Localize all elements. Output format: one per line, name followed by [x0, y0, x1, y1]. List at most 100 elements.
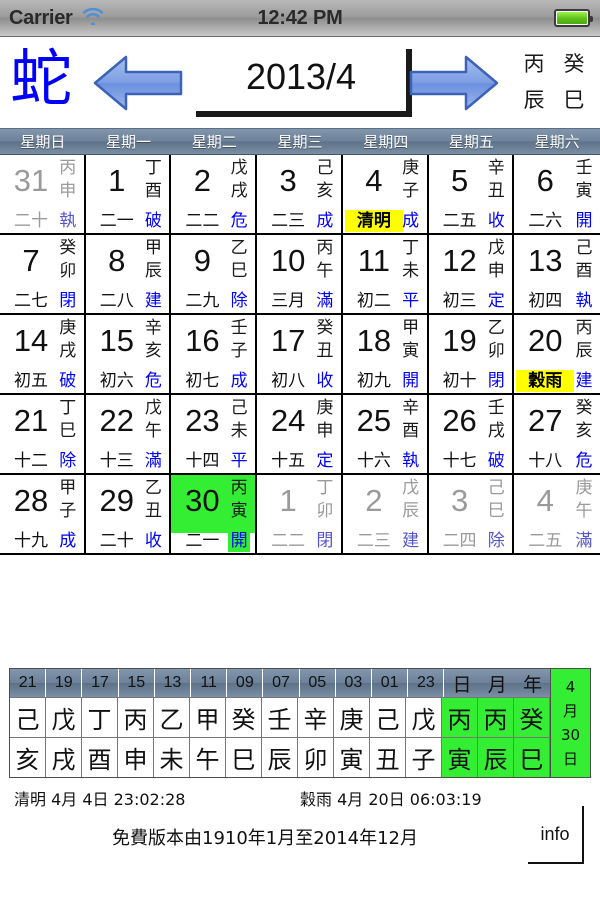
day-cell[interactable]: 22 戊午十三滿 — [85, 395, 172, 475]
twelve-officers-label: 閉 — [59, 291, 77, 311]
hour-header-2[interactable]: 17 — [82, 669, 119, 697]
hour-header-10[interactable]: 01 — [372, 669, 409, 697]
today-label-part-2: 30 — [560, 726, 581, 744]
twelve-officers-label: 除 — [230, 291, 248, 311]
day-cell[interactable]: 14 庚戌初五破 — [0, 315, 86, 395]
day-cell[interactable]: 28 甲子十九成 — [0, 475, 86, 555]
pillar-stem-2: 癸 — [514, 697, 550, 737]
twelve-officers-label: 收 — [487, 211, 505, 231]
lunar-date: 初十 — [442, 371, 477, 391]
day-cell[interactable]: 25 辛酉十六執 — [342, 395, 429, 475]
hour-header-4[interactable]: 13 — [155, 669, 192, 697]
day-stem-branch: 己未 — [230, 398, 248, 441]
twelve-officers-label: 平 — [402, 291, 420, 311]
lunar-date: 二四 — [442, 531, 477, 551]
year-month-display[interactable]: 2013/4 — [196, 49, 412, 117]
day-stem-branch: 甲辰 — [144, 238, 162, 281]
hour-header-1[interactable]: 19 — [46, 669, 83, 697]
day-cell[interactable]: 6 壬寅二六開 — [514, 155, 600, 235]
day-number: 29 — [99, 483, 134, 518]
day-cell[interactable]: 8 甲辰二八建 — [85, 235, 172, 315]
day-stem-branch: 甲子 — [59, 478, 77, 521]
hour-header-7[interactable]: 07 — [263, 669, 300, 697]
day-cell[interactable]: 4 庚午二五滿 — [514, 475, 600, 555]
weekday-header-3: 星期三 — [277, 133, 323, 151]
twelve-officers-label: 滿 — [316, 291, 334, 311]
solar-term-prev: 清明 4月 4日 23:02:28 — [14, 790, 186, 809]
twelve-officers-label: 除 — [59, 451, 77, 471]
day-cell[interactable]: 30 丙寅二一開 — [171, 475, 258, 555]
hour-stem-1: 戊 — [46, 697, 82, 737]
twelve-officers-label: 成 — [59, 531, 77, 551]
day-cell[interactable]: 24 庚申十五定 — [257, 395, 343, 475]
prev-month-button[interactable] — [92, 55, 184, 111]
lunar-date: 初二 — [356, 291, 391, 311]
hour-header-8[interactable]: 05 — [300, 669, 336, 697]
day-number: 1 — [279, 483, 297, 518]
day-cell[interactable]: 7 癸卯二七閉 — [0, 235, 86, 315]
hour-header-0[interactable]: 21 — [10, 669, 47, 697]
day-cell[interactable]: 29 乙丑二十收 — [85, 475, 172, 555]
calendar-grid: 31 丙申二十執 1 丁酉二一破 2 戊戌二二危 3 己亥二三成 4 庚子清明成 5 辛丑二五收 6 壬寅… — [0, 155, 600, 555]
day-cell[interactable]: 2 戊辰二三建 — [342, 475, 429, 555]
day-cell[interactable]: 20 丙辰穀雨建 — [514, 315, 600, 395]
day-cell[interactable]: 26 壬戌十七破 — [428, 395, 515, 475]
year-month-label: 2013/4 — [245, 56, 357, 97]
day-cell[interactable]: 9 乙巳二九除 — [171, 235, 258, 315]
hour-header-5[interactable]: 11 — [191, 669, 228, 697]
nav-sb-3: 巳 — [563, 88, 585, 112]
day-cell[interactable]: 23 己未十四平 — [171, 395, 258, 475]
day-number: 31 — [13, 163, 49, 198]
day-cell[interactable]: 15 辛亥初六危 — [85, 315, 172, 395]
stem-row: 己戊丁丙乙甲癸壬辛庚己戊丙丙癸 — [10, 697, 550, 737]
next-month-button[interactable] — [408, 55, 500, 111]
hour-header-11[interactable]: 23 — [408, 669, 445, 697]
info-button[interactable]: info — [528, 806, 584, 864]
today-label-part-3: 日 — [562, 750, 578, 768]
lunar-date: 十八 — [528, 451, 563, 471]
day-cell[interactable]: 11 丁未初二平 — [342, 235, 429, 315]
day-stem-branch: 丙午 — [316, 238, 334, 281]
lunar-date: 二一 — [185, 531, 220, 551]
lunar-date: 二八 — [99, 291, 134, 311]
day-cell[interactable]: 2 戊戌二二危 — [171, 155, 258, 235]
day-cell[interactable]: 1 丁卯二二閉 — [257, 475, 343, 555]
day-cell[interactable]: 16 壬子初七成 — [171, 315, 258, 395]
day-cell[interactable]: 18 甲寅初九開 — [342, 315, 429, 395]
branch-row: 亥戌酉申未午巳辰卯寅丑子寅辰巳 — [10, 737, 550, 777]
lunar-date: 二三 — [271, 211, 306, 231]
weekday-header-6: 星期六 — [534, 133, 580, 151]
day-number: 16 — [185, 323, 220, 358]
day-stem-branch: 乙丑 — [144, 478, 162, 521]
day-cell[interactable]: 31 丙申二十執 — [0, 155, 86, 235]
day-number: 30 — [175, 479, 230, 523]
day-cell[interactable]: 4 庚子清明成 — [342, 155, 429, 235]
day-cell[interactable]: 27 癸亥十八危 — [514, 395, 600, 475]
pillar-header-2: 年 — [522, 673, 542, 696]
day-cell[interactable]: 12 戊申初三定 — [428, 235, 515, 315]
day-cell[interactable]: 10 丙午三月滿 — [257, 235, 343, 315]
day-cell[interactable]: 13 己酉初四執 — [514, 235, 600, 315]
nav-sb-2: 辰 — [523, 88, 545, 112]
lunar-date: 十九 — [14, 531, 48, 551]
hour-header-3[interactable]: 15 — [119, 669, 155, 697]
day-stem-branch: 辛丑 — [487, 158, 505, 201]
lunar-date: 二五 — [442, 211, 477, 231]
stem-branch-panel: 21 19 17 15 13 11 09 07 05 03 01 23 日月年 己戊丁丙乙甲癸壬辛庚己戊… — [9, 668, 591, 778]
lunar-date: 十五 — [271, 451, 306, 471]
day-cell[interactable]: 19 乙卯初十閉 — [428, 315, 515, 395]
day-cell[interactable]: 1 丁酉二一破 — [85, 155, 172, 235]
hour-branch-0: 亥 — [10, 737, 46, 777]
day-cell[interactable]: 3 己巳二四除 — [428, 475, 515, 555]
day-stem-branch: 乙卯 — [487, 318, 505, 361]
hour-branch-3: 申 — [118, 737, 154, 777]
day-stem-branch: 丁酉 — [144, 158, 162, 201]
day-stem-branch: 庚子 — [402, 158, 420, 201]
day-cell[interactable]: 3 己亥二三成 — [257, 155, 343, 235]
day-cell[interactable]: 21 丁巳十二除 — [0, 395, 86, 475]
day-number: 2 — [365, 483, 383, 518]
hour-header-6[interactable]: 09 — [227, 669, 264, 697]
day-cell[interactable]: 17 癸丑初八收 — [257, 315, 343, 395]
day-cell[interactable]: 5 辛丑二五收 — [428, 155, 515, 235]
hour-header-9[interactable]: 03 — [336, 669, 373, 697]
